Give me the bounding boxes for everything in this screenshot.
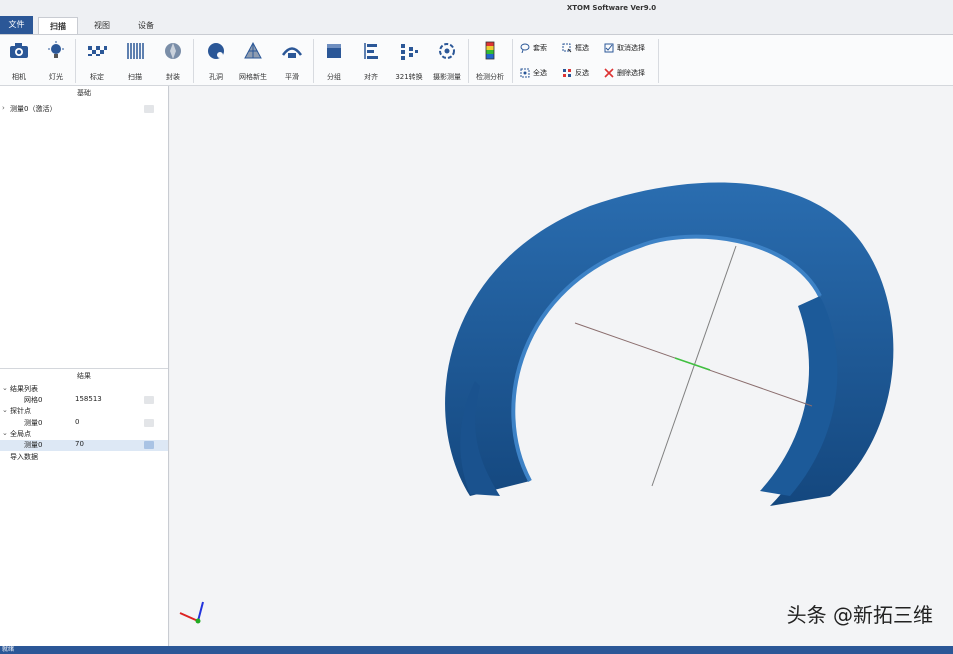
app-title: XTOM Software Ver9.0 [566, 4, 657, 12]
light-bulb-icon [48, 41, 64, 58]
smooth-label: 平滑 [285, 73, 299, 81]
lasso-label: 套索 [533, 44, 547, 52]
chevron-right-icon[interactable]: › [2, 104, 5, 112]
result-row-label: 测量0 [24, 419, 43, 427]
result-row-label: 测量0 [24, 441, 43, 449]
photogrammetry-button[interactable]: 摄影测量 [431, 40, 463, 84]
mark-label: 封装 [166, 73, 180, 81]
calibrate-button[interactable]: 标定 [81, 40, 113, 84]
deselect-label: 取消选择 [617, 44, 645, 52]
fill-holes-icon [208, 43, 224, 59]
ribbon-separator [512, 39, 513, 83]
chevron-down-icon[interactable]: ⌄ [2, 429, 8, 437]
left-sidebar: 基础 › 测量0（激活） 结果 ⌄ 结果列表 网格0 158513 ⌄ 探针点 … [0, 86, 169, 646]
light-button[interactable]: 灯光 [40, 40, 72, 84]
result-row-selected[interactable]: 测量0 70 [0, 440, 168, 451]
results-panel-title: 结果 [0, 368, 168, 382]
ribbon-separator [658, 39, 659, 83]
mark-button[interactable]: 封装 [157, 40, 189, 84]
deselect-button[interactable]: 取消选择 [604, 42, 656, 54]
scan-model-view[interactable] [170, 86, 953, 646]
checkerboard-icon [88, 46, 107, 56]
rect-select-icon [562, 43, 572, 53]
group-icon [327, 44, 341, 58]
axis-line-z [674, 357, 711, 371]
camera-icon [10, 43, 28, 58]
result-row-label: 网格0 [24, 396, 43, 404]
aperture-icon [165, 43, 181, 59]
lasso-icon [520, 43, 530, 53]
tree-item[interactable]: › 测量0（激活） [0, 104, 168, 115]
camera-button[interactable]: 相机 [3, 40, 35, 84]
rect-select-label: 框选 [575, 44, 589, 52]
mesh-gen-label: 网格新生 [239, 73, 267, 81]
results-group[interactable]: ⌄ 结果列表 [0, 384, 168, 395]
visibility-icon[interactable] [144, 441, 154, 449]
result-row-value: 70 [75, 440, 84, 448]
visibility-icon[interactable] [144, 419, 154, 427]
detect-button[interactable]: 检测分析 [474, 40, 506, 84]
split-button[interactable]: 分组 [318, 40, 350, 84]
results-group-label: 全局点 [10, 430, 31, 438]
result-row-value: 158513 [75, 395, 102, 403]
ribbon-toolbar: 相机 灯光 标定 扫描 封装 孔洞 网格新生 平滑 分组 对齐 321转换 摄影… [0, 34, 953, 86]
axis-line-y [651, 245, 737, 487]
result-row-value: 0 [75, 418, 80, 426]
mesh-gen-button[interactable]: 网格新生 [237, 40, 269, 84]
tab-view[interactable]: 视图 [82, 17, 122, 34]
app-window: XTOM Software Ver9.0 文件 扫描 视图 设备 相机 灯光 标… [0, 0, 953, 654]
chevron-down-icon[interactable]: ⌄ [2, 406, 8, 414]
mesh-icon [244, 41, 262, 59]
result-row[interactable]: 测量0 0 [0, 418, 168, 429]
photogrammetry-label: 摄影测量 [433, 73, 461, 81]
barcode-icon [127, 43, 144, 59]
smooth-button[interactable]: 平滑 [276, 40, 308, 84]
status-bar: 就绪 [0, 646, 953, 654]
watermark-text: 头条 @新拓三维 [786, 603, 933, 627]
results-group-label: 结果列表 [10, 385, 38, 393]
delete-selected-button[interactable]: 删除选择 [604, 67, 656, 79]
tab-file[interactable]: 文件 [0, 16, 33, 34]
3d-viewport[interactable]: 头条 @新拓三维 [170, 86, 953, 646]
light-label: 灯光 [49, 73, 63, 81]
tree-item-label: 测量0（激活） [10, 105, 57, 113]
invert-label: 反选 [575, 69, 589, 77]
rect-select-button[interactable]: 框选 [562, 42, 602, 54]
results-group-label: 探针点 [10, 407, 31, 415]
delete-x-icon [604, 68, 614, 78]
checkbox-icon [604, 43, 614, 53]
delete-selected-label: 删除选择 [617, 69, 645, 77]
ring-gap [518, 481, 538, 501]
points-convert-icon [401, 44, 418, 60]
scan-button[interactable]: 扫描 [119, 40, 151, 84]
select-all-icon [520, 68, 530, 78]
chevron-down-icon[interactable]: ⌄ [2, 384, 8, 392]
detect-label: 检测分析 [476, 73, 504, 81]
color-map-icon [485, 41, 495, 60]
base-panel-title: 基础 [77, 89, 91, 97]
tab-device[interactable]: 设备 [126, 17, 166, 34]
align-icon [364, 43, 378, 59]
tab-scan[interactable]: 扫描 [38, 17, 78, 34]
results-group[interactable]: ⌄ 全局点 [0, 429, 168, 440]
select-all-button[interactable]: 全选 [520, 67, 560, 79]
select-all-label: 全选 [533, 69, 547, 77]
holes-button[interactable]: 孔洞 [200, 40, 232, 84]
align-button[interactable]: 对齐 [355, 40, 387, 84]
axis-triad-icon [179, 601, 204, 624]
lasso-button[interactable]: 套索 [520, 42, 560, 54]
invert-button[interactable]: 反选 [562, 67, 602, 79]
target-icon [439, 43, 455, 59]
convert321-button[interactable]: 321转换 [393, 40, 425, 84]
smooth-icon [281, 47, 303, 58]
title-bar: XTOM Software Ver9.0 文件 扫描 视图 设备 [0, 0, 953, 34]
results-group-label: 导入数据 [10, 453, 38, 461]
visibility-icon[interactable] [144, 105, 154, 113]
results-group[interactable]: ⌄ 探针点 [0, 406, 168, 417]
result-row[interactable]: 网格0 158513 [0, 395, 168, 406]
results-group[interactable]: 导入数据 [0, 452, 168, 463]
invert-selection-icon [563, 69, 571, 77]
visibility-icon[interactable] [144, 396, 154, 404]
